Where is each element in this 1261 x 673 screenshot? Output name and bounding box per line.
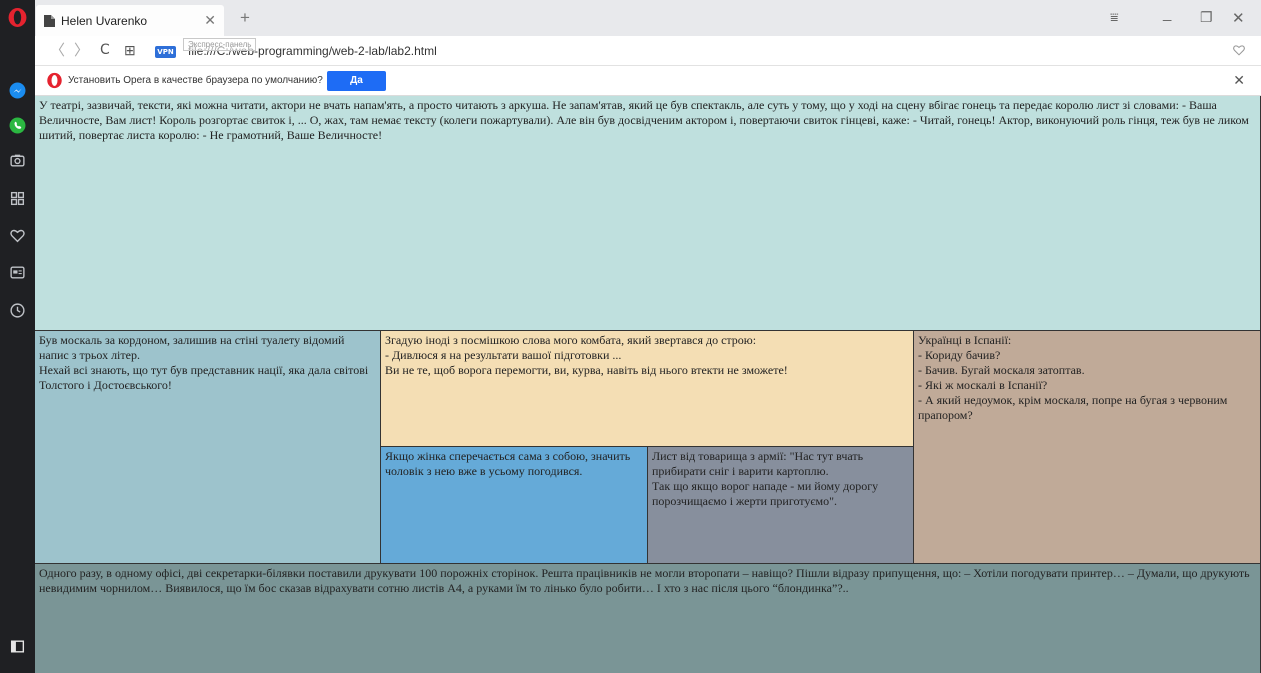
tab-strip: Helen Uvarenko ✕ + ⩸ _ ❐ ✕ xyxy=(35,0,1261,36)
opera-logo[interactable] xyxy=(7,7,28,28)
notification-text: Установить Opera в качестве браузера по … xyxy=(68,75,323,86)
tab-menu-icon[interactable]: ⩸ xyxy=(1110,9,1119,26)
heart-icon[interactable] xyxy=(8,226,27,245)
opera-logo-icon xyxy=(47,72,62,89)
left-line-2: Нехай всі знають, що тут був представник… xyxy=(39,363,369,392)
right-line-2: - Кориду бачив? xyxy=(918,348,1001,362)
sidebar-toggle-icon[interactable] xyxy=(8,637,27,656)
mid-right-line-2: Так що якщо ворог нападе - ми йому дорог… xyxy=(652,479,879,508)
mid-right-block: Лист від товарища з армії: "Нас тут вчат… xyxy=(648,447,914,564)
default-browser-bar: Установить Opera в качестве браузера по … xyxy=(35,66,1261,96)
tab-close-icon[interactable]: ✕ xyxy=(204,12,216,28)
whatsapp-icon[interactable] xyxy=(8,116,27,135)
speed-dial-tooltip: Экспресс-панель xyxy=(183,38,257,51)
page-content: У театрі, зазвичай, тексти, які можна чи… xyxy=(35,96,1261,673)
minimize-button[interactable]: _ xyxy=(1163,5,1171,22)
left-line-1: Був москаль за кордоном, залишив на стін… xyxy=(39,333,345,362)
restore-button[interactable]: ❐ xyxy=(1200,9,1213,26)
right-line-1: Українці в Іспанії: xyxy=(918,333,1012,347)
messenger-icon[interactable] xyxy=(8,81,27,100)
top-block: У театрі, зазвичай, тексти, які можна чи… xyxy=(35,96,1261,331)
center-top-block: Згадую іноді з посмішкою слова мого комб… xyxy=(381,331,914,447)
tab-title: Helen Uvarenko xyxy=(61,13,148,28)
new-tab-button[interactable]: + xyxy=(240,9,250,26)
browser-tab[interactable]: Helen Uvarenko ✕ xyxy=(36,5,224,36)
close-window-button[interactable]: ✕ xyxy=(1232,9,1245,27)
bottom-block: Одного разу, в одному офісі, дві секрета… xyxy=(35,564,1261,673)
right-line-4: - Які ж москалі в Іспанії? xyxy=(918,378,1048,392)
camera-icon[interactable] xyxy=(8,151,27,170)
forward-button[interactable]: 〉 xyxy=(74,42,89,59)
mid-right-line-1: Лист від товарища з армії: "Нас тут вчат… xyxy=(652,449,864,478)
center-line-1: Згадую іноді з посмішкою слова мого комб… xyxy=(385,333,757,347)
speed-dial-button[interactable]: ⊞ xyxy=(124,42,136,59)
mid-left-text: Якщо жінка сперечається сама з собою, зн… xyxy=(385,449,631,478)
news-icon[interactable] xyxy=(8,263,27,282)
right-block: Українці в Іспанії: - Кориду бачив? - Ба… xyxy=(914,331,1261,564)
yes-button[interactable]: Да xyxy=(327,71,386,91)
opera-sidebar xyxy=(0,0,35,673)
left-block: Був москаль за кордоном, залишив на стін… xyxy=(35,331,381,564)
page-icon xyxy=(44,14,55,27)
bookmark-heart-icon[interactable] xyxy=(1232,43,1246,57)
right-line-5: - А який недоумок, крім москаля, попре н… xyxy=(918,393,1228,422)
address-bar-row: 〈 〉 C ⊞ VPN file:///C:/web-programming/w… xyxy=(35,36,1261,66)
center-line-2: - Дивлюся я на результати вашої підготов… xyxy=(385,348,622,362)
vpn-badge[interactable]: VPN xyxy=(155,46,176,58)
back-button[interactable]: 〈 xyxy=(50,42,65,59)
right-line-3: - Бачив. Бугай москаля затоптав. xyxy=(918,363,1085,377)
top-block-text: У театрі, зазвичай, тексти, які можна чи… xyxy=(39,98,1249,142)
mid-left-block: Якщо жінка сперечається сама з собою, зн… xyxy=(381,447,648,564)
notification-close-icon[interactable]: ✕ xyxy=(1233,73,1245,87)
center-line-3: Ви не те, щоб ворога перемогти, ви, курв… xyxy=(385,363,788,377)
grid-icon[interactable] xyxy=(8,189,27,208)
reload-button[interactable]: C xyxy=(100,42,110,59)
bottom-block-text: Одного разу, в одному офісі, дві секрета… xyxy=(39,566,1250,595)
history-icon[interactable] xyxy=(8,301,27,320)
